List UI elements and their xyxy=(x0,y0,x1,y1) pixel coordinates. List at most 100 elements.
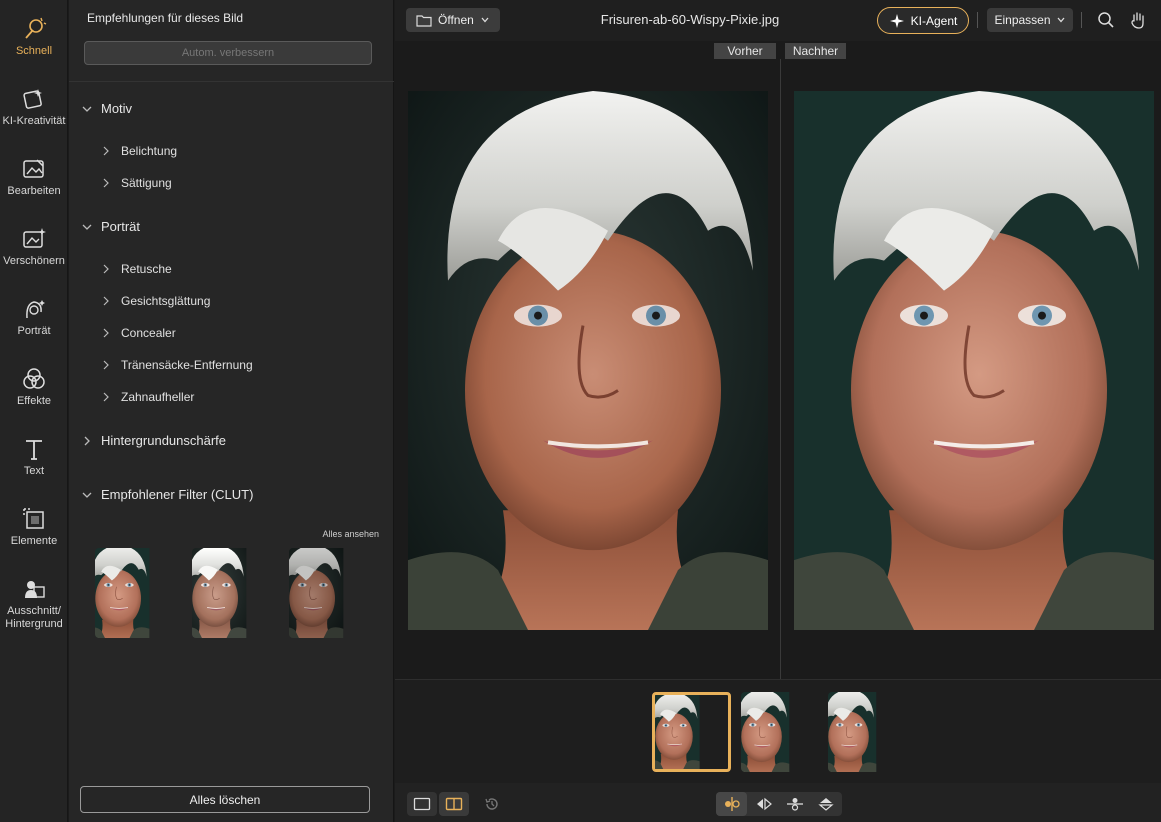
compare-mode-toggle xyxy=(716,792,842,816)
effects-icon xyxy=(23,368,45,389)
flip-vertical-icon xyxy=(817,798,834,811)
ai-agent-icon xyxy=(889,13,904,28)
filmstrip-thumbnail[interactable] xyxy=(652,692,731,772)
portrait-icon xyxy=(26,300,45,319)
rail-label: KI-Kreativität xyxy=(2,115,66,127)
rail-item-bearbeiten[interactable]: Bearbeiten xyxy=(0,146,68,216)
before-label: Vorher xyxy=(714,43,776,59)
chevron-right-icon xyxy=(103,360,109,370)
item-label: Retusche xyxy=(121,262,172,276)
chevron-right-icon xyxy=(103,178,109,188)
compare-mirror-button[interactable] xyxy=(748,792,779,816)
rail-item-schnell[interactable]: Schnell xyxy=(0,6,68,76)
mirror-icon xyxy=(756,797,772,811)
filmstrip-thumbnail[interactable] xyxy=(828,692,907,772)
compare-divider[interactable] xyxy=(780,59,781,679)
section-portraet[interactable]: Porträt xyxy=(81,219,140,234)
tool-rail: Schnell KI-Kreativität Bearbeiten Versch… xyxy=(0,0,68,822)
after-image xyxy=(794,91,1154,630)
rail-item-elemente[interactable]: Elemente xyxy=(0,496,68,566)
divider xyxy=(977,12,978,28)
panel-title: Empfehlungen für dieses Bild xyxy=(87,11,244,25)
item-label: Tränensäcke-Entfernung xyxy=(121,358,253,372)
filter-thumbnail[interactable] xyxy=(289,548,378,638)
search-icon xyxy=(1098,12,1114,28)
section-label: Motiv xyxy=(101,101,133,116)
item-retusche[interactable]: Retusche xyxy=(101,262,172,276)
filter-thumbnail[interactable] xyxy=(192,548,281,638)
section-hintergrundunschaerfe[interactable]: Hintergrundunschärfe xyxy=(81,433,226,448)
item-traenensaecke[interactable]: Tränensäcke-Entfernung xyxy=(101,358,253,372)
item-zahnaufheller[interactable]: Zahnaufheller xyxy=(101,390,194,404)
history-icon xyxy=(485,798,498,810)
rail-label: Schnell xyxy=(15,45,53,57)
bottom-bar xyxy=(395,783,1161,822)
ai-agent-button[interactable]: KI-Agent xyxy=(877,7,969,34)
compare-side-by-side-button[interactable] xyxy=(716,792,747,816)
clear-all-button[interactable]: Alles löschen xyxy=(80,786,370,813)
rail-item-portraet[interactable]: Porträt xyxy=(0,286,68,356)
section-label: Hintergrundunschärfe xyxy=(101,433,227,448)
section-label: Empfohlener Filter (CLUT) xyxy=(101,487,254,502)
filmstrip xyxy=(395,679,1161,783)
rail-label: Porträt xyxy=(17,325,51,337)
chevron-right-icon xyxy=(103,146,109,156)
rail-label: Verschönern xyxy=(3,255,65,267)
item-label: Gesichtsglättung xyxy=(121,294,211,308)
rail-label: Ausschnitt/ Hintergrund xyxy=(5,605,63,630)
chevron-down-icon xyxy=(82,224,92,230)
filter-thumbnail[interactable] xyxy=(95,548,184,638)
before-image xyxy=(408,91,768,630)
beautify-icon xyxy=(23,228,46,248)
top-bar: Öffnen Frisuren-ab-60-Wispy-Pixie.jpg KI… xyxy=(395,0,1161,41)
edit-image-icon xyxy=(23,159,44,178)
split-horizontal-icon xyxy=(786,798,803,811)
item-gesichtsglaettung[interactable]: Gesichtsglättung xyxy=(101,294,210,308)
rail-label: Bearbeiten xyxy=(7,185,61,197)
see-all-link[interactable]: Alles ansehen xyxy=(322,529,379,539)
elements-icon xyxy=(23,508,44,529)
split-view-button[interactable] xyxy=(439,792,469,816)
ai-agent-label: KI-Agent xyxy=(910,13,958,28)
cutout-icon xyxy=(25,581,45,598)
item-saettigung[interactable]: Sättigung xyxy=(101,176,172,190)
section-label: Porträt xyxy=(101,219,141,234)
after-label: Nachher xyxy=(785,43,846,59)
rail-item-effekte[interactable]: Effekte xyxy=(0,356,68,426)
section-motiv[interactable]: Motiv xyxy=(81,101,132,116)
hand-tool-button[interactable] xyxy=(1125,7,1151,33)
divider xyxy=(1081,12,1082,28)
item-label: Zahnaufheller xyxy=(121,390,195,404)
magic-wand-icon xyxy=(25,17,47,39)
single-view-button[interactable] xyxy=(407,792,437,816)
chevron-down-icon xyxy=(82,106,92,112)
rail-item-verschoenern[interactable]: Verschönern xyxy=(0,216,68,286)
item-label: Concealer xyxy=(121,326,176,340)
split-vertical-icon xyxy=(724,797,740,811)
rail-label: Text xyxy=(23,465,45,477)
compare-horizontal-button[interactable] xyxy=(779,792,810,816)
recommendations-panel: Empfehlungen für dieses Bild Autom. verb… xyxy=(69,0,394,822)
rail-item-text[interactable]: Text xyxy=(0,426,68,496)
rail-item-ausschnitt[interactable]: Ausschnitt/ Hintergrund xyxy=(0,566,68,646)
fit-dropdown[interactable]: Einpassen xyxy=(987,8,1073,32)
item-belichtung[interactable]: Belichtung xyxy=(101,144,177,158)
text-icon xyxy=(26,440,42,460)
auto-enhance-button[interactable]: Autom. verbessern xyxy=(84,41,372,65)
rail-item-ki-kreativitaet[interactable]: KI-Kreativität xyxy=(0,76,68,146)
history-button[interactable] xyxy=(477,792,507,816)
zoom-button[interactable] xyxy=(1093,7,1119,33)
split-view-icon xyxy=(445,797,463,811)
section-clut[interactable]: Empfohlener Filter (CLUT) xyxy=(81,487,253,502)
chevron-right-icon xyxy=(103,328,109,338)
single-view-icon xyxy=(413,797,431,811)
compare-canvas: Vorher Nachher xyxy=(395,41,1161,679)
ai-creative-icon xyxy=(23,89,42,109)
filmstrip-thumbnail[interactable] xyxy=(741,692,820,772)
item-concealer[interactable]: Concealer xyxy=(101,326,176,340)
rail-label: Effekte xyxy=(16,395,52,407)
compare-flip-button[interactable] xyxy=(810,792,841,816)
chevron-right-icon xyxy=(103,296,109,306)
divider xyxy=(69,81,394,82)
rail-label: Elemente xyxy=(10,535,58,547)
